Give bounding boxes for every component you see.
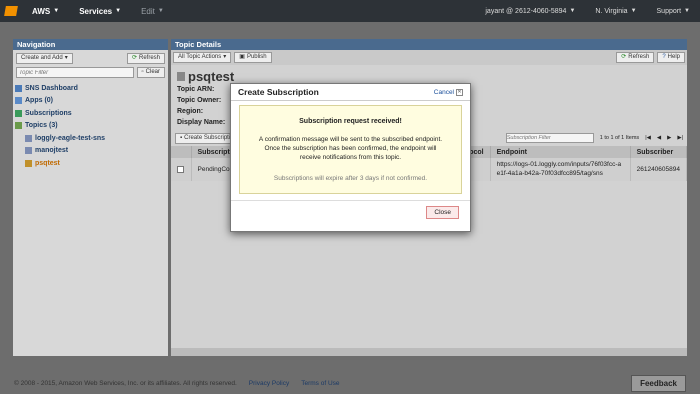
create-subscription-dialog: Create Subscription Cancel ✕ Subscription… xyxy=(230,83,471,232)
close-icon[interactable]: ✕ xyxy=(456,88,463,96)
cancel-link[interactable]: Cancel ✕ xyxy=(433,88,463,96)
confirmation-box: Subscription request received! A confirm… xyxy=(239,105,462,194)
dialog-title: Create Subscription xyxy=(238,87,319,97)
expiry-note: Subscriptions will expire after 3 days i… xyxy=(273,175,428,182)
confirmation-heading: Subscription request received! xyxy=(299,118,402,125)
confirmation-message: A confirmation message will be sent to t… xyxy=(258,136,443,161)
close-button[interactable]: Close xyxy=(426,206,459,219)
cancel-label: Cancel xyxy=(433,88,454,96)
